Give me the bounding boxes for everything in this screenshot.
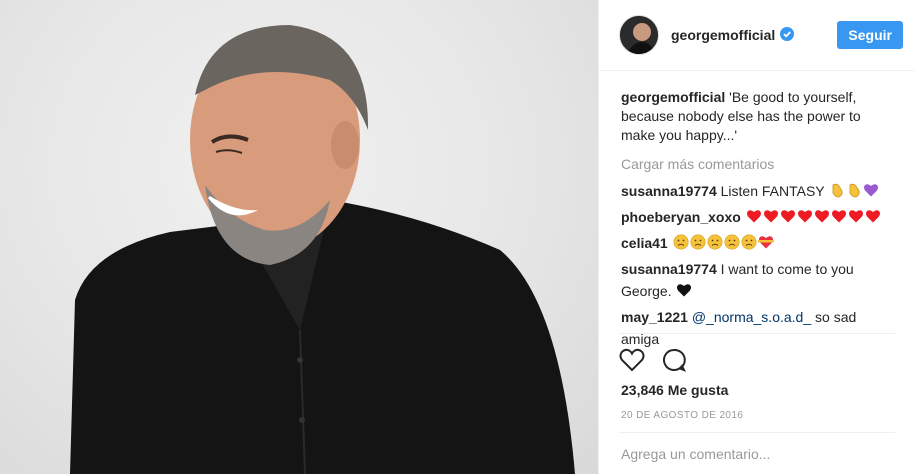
black-heart-icon <box>676 282 692 304</box>
clap-icon <box>846 182 862 204</box>
red-heart-icon <box>746 208 762 230</box>
author-username[interactable]: georgemofficial <box>671 27 775 43</box>
comment-username[interactable]: susanna19774 <box>621 261 717 277</box>
purple-heart-icon <box>863 182 879 204</box>
red-heart-icon <box>780 208 796 230</box>
tired-face-icon <box>741 234 757 256</box>
add-comment-bar <box>619 432 895 474</box>
verified-badge-icon <box>780 26 795 44</box>
comment-username[interactable]: may_1221 <box>621 309 688 325</box>
load-more-comments-link[interactable]: Cargar más comentarios <box>621 155 895 174</box>
add-comment-input[interactable] <box>619 445 895 462</box>
red-heart-icon <box>814 208 830 230</box>
comment-item: phoeberyan_xoxo <box>621 206 895 230</box>
comment-username[interactable]: celia41 <box>621 235 668 251</box>
post-caption: georgemofficial 'Be good to yourself, be… <box>621 88 895 145</box>
red-heart-icon <box>865 208 881 230</box>
comment-item: celia41 <box>621 232 895 256</box>
comment-text: Listen FANTASY <box>716 183 829 199</box>
post-header: georgemofficial Seguir <box>599 0 915 71</box>
like-heart-icon[interactable] <box>619 348 645 375</box>
crying-face-icon <box>690 234 706 256</box>
comment-item: susanna19774 Listen FANTASY <box>621 180 895 204</box>
comment-item: susanna19774 I want to come to you Georg… <box>621 258 895 304</box>
heart-ribbon-icon <box>757 234 774 256</box>
red-heart-icon <box>797 208 813 230</box>
red-heart-icon <box>763 208 779 230</box>
clap-icon <box>829 182 845 204</box>
portrait-illustration <box>70 25 575 474</box>
comment-username[interactable]: susanna19774 <box>621 183 717 199</box>
post-photo[interactable] <box>0 0 598 474</box>
red-heart-icon <box>848 208 864 230</box>
instagram-post: georgemofficial Seguir georgemofficial '… <box>0 0 915 474</box>
comment-bubble-icon[interactable] <box>661 348 687 375</box>
avatar[interactable] <box>619 15 659 55</box>
sad-face-icon <box>673 234 689 256</box>
comments-list: georgemofficial 'Be good to yourself, be… <box>599 71 915 347</box>
comment-username[interactable]: phoeberyan_xoxo <box>621 209 741 225</box>
red-heart-icon <box>831 208 847 230</box>
follow-button[interactable]: Seguir <box>837 21 903 49</box>
post-date: 20 DE AGOSTO DE 2016 <box>621 410 744 421</box>
weary-face-icon <box>707 234 723 256</box>
caption-username[interactable]: georgemofficial <box>621 89 725 105</box>
comment-text <box>741 209 745 225</box>
comment-text <box>668 235 672 251</box>
avatar-image <box>620 16 658 54</box>
post-sidebar: georgemofficial Seguir georgemofficial '… <box>598 0 915 474</box>
comment-mention-link[interactable]: @_norma_s.o.a.d_ <box>692 309 811 325</box>
likes-count[interactable]: 23,846 Me gusta <box>599 378 915 400</box>
disappointed-face-icon <box>724 234 740 256</box>
